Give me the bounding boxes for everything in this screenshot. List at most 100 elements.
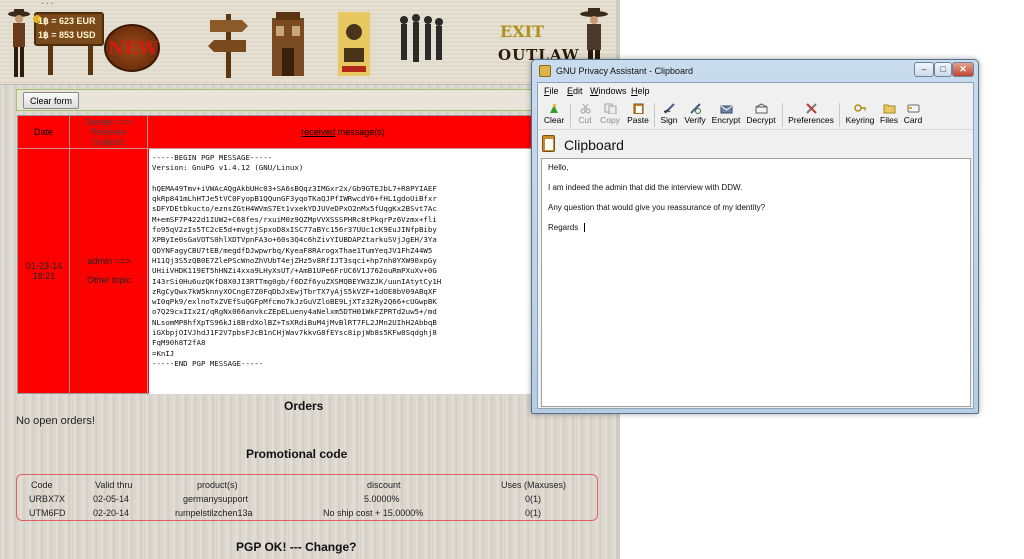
encrypt-button[interactable]: Encrypt bbox=[710, 100, 742, 130]
new-link[interactable]: NEW bbox=[108, 38, 158, 59]
message-sender: admin ==> Other topic bbox=[72, 256, 146, 286]
menu-file[interactable]: File bbox=[544, 86, 559, 96]
pgp-status-link[interactable]: PGP OK! --- Change? bbox=[236, 540, 356, 554]
form-strip bbox=[16, 89, 620, 111]
promo-code: URBX7X bbox=[29, 494, 66, 504]
clear-button[interactable]: Clear bbox=[541, 100, 567, 130]
minimize-button[interactable]: – bbox=[914, 62, 934, 77]
encrypt-icon bbox=[720, 105, 732, 114]
sign-label: Sign bbox=[660, 115, 678, 125]
pgp-message-box[interactable]: -----BEGIN PGP MESSAGE----- Version: Gnu… bbox=[149, 149, 537, 394]
paste-icon bbox=[633, 103, 643, 114]
verify-icon bbox=[689, 103, 701, 114]
clipboard-header: Clipboard bbox=[538, 131, 973, 157]
cut-icon bbox=[580, 103, 590, 114]
clear-form-button[interactable]: Clear form bbox=[23, 92, 80, 109]
promo-col-valid: Valid thru bbox=[95, 480, 133, 490]
close-button[interactable]: ✕ bbox=[952, 62, 974, 77]
pgp-message-text: -----BEGIN PGP MESSAGE----- Version: Gnu… bbox=[152, 153, 442, 368]
promo-discount: No ship cost + 15.0000% bbox=[323, 508, 424, 518]
toolbar: Clear Cut Copy Paste Sign Verify Encrypt… bbox=[538, 100, 973, 130]
gpa-window: GNU Privacy Assistant - Clipboard – □ ✕ … bbox=[531, 59, 979, 414]
toolbar-separator bbox=[839, 103, 840, 127]
promo-valid: 02-05-14 bbox=[93, 494, 130, 504]
clipboard-text-area[interactable]: Hello, I am indeed the admin that did th… bbox=[541, 158, 971, 407]
title-bar[interactable]: GNU Privacy Assistant - Clipboard – □ ✕ bbox=[532, 60, 978, 82]
decrypt-label: Decrypt bbox=[746, 115, 776, 125]
files-button[interactable]: Files bbox=[878, 100, 900, 130]
menu-edit[interactable]: Edit bbox=[567, 86, 583, 96]
exit-link[interactable]: EXIT bbox=[500, 22, 544, 41]
window-client-area: File Edit Windows Help Clear Cut Copy Pa… bbox=[537, 82, 974, 409]
menu-windows-mnemonic: W bbox=[590, 86, 599, 96]
card-button[interactable]: Card bbox=[902, 100, 924, 130]
sender-header-line2: Reciever bbox=[90, 127, 127, 137]
clipboard-line: Regards bbox=[548, 223, 579, 232]
clear-label: Clear bbox=[543, 115, 565, 125]
banner-scribble: ... bbox=[40, 0, 55, 6]
signpost-icon[interactable] bbox=[208, 8, 248, 80]
promo-product: germanysupport bbox=[183, 494, 249, 504]
wanted-poster-icon[interactable] bbox=[334, 8, 374, 80]
promo-col-products: product(s) bbox=[197, 480, 238, 490]
web-page: ... 1฿ = 623 EUR 1฿ = 853 USD NEW EXIT O… bbox=[0, 0, 620, 559]
outlaw-group-icon[interactable] bbox=[396, 8, 446, 80]
menu-bar: File Edit Windows Help bbox=[538, 83, 973, 100]
files-label: Files bbox=[880, 115, 898, 125]
cut-button[interactable]: Cut bbox=[575, 100, 595, 130]
sign-button[interactable]: Sign bbox=[658, 100, 680, 130]
column-divider bbox=[147, 116, 148, 395]
clipboard-icon-paper bbox=[545, 139, 553, 150]
date-header: Date bbox=[33, 127, 53, 137]
menu-help-label: elp bbox=[637, 86, 650, 96]
menu-windows[interactable]: Windows bbox=[590, 86, 627, 96]
paste-button[interactable]: Paste bbox=[625, 100, 651, 130]
verify-button[interactable]: Verify bbox=[682, 100, 708, 130]
paste-label: Paste bbox=[627, 115, 649, 125]
cut-label: Cut bbox=[578, 115, 592, 125]
menu-windows-label: indows bbox=[598, 86, 627, 96]
toolbar-separator bbox=[654, 103, 655, 127]
copy-icon bbox=[604, 103, 616, 114]
message-subject: Other topic bbox=[86, 275, 132, 285]
promo-uses: 0(1) bbox=[525, 494, 542, 504]
screen: { "banner": { "scribble": "...", "curren… bbox=[0, 0, 1024, 559]
clipboard-title: Clipboard bbox=[564, 137, 624, 153]
keyring-button[interactable]: Keyring bbox=[844, 100, 876, 130]
clear-icon bbox=[549, 104, 558, 113]
maximize-button[interactable]: □ bbox=[934, 62, 952, 77]
promo-uses: 0(1) bbox=[525, 508, 542, 518]
promo-product: rumpelstilzchen13a bbox=[175, 508, 253, 518]
keyring-label: Keyring bbox=[845, 115, 875, 125]
received-link[interactable]: received bbox=[301, 127, 335, 137]
decrypt-button[interactable]: Decrypt bbox=[744, 100, 778, 130]
decrypt-icon bbox=[755, 103, 767, 114]
preferences-icon bbox=[805, 103, 817, 114]
promo-col-code: Code bbox=[31, 480, 53, 490]
clipboard-line: Hello, bbox=[548, 163, 569, 172]
copy-button[interactable]: Copy bbox=[598, 100, 622, 130]
message-table: Date Sender ==> Reciever Subject: receiv… bbox=[17, 115, 538, 395]
files-icon bbox=[883, 104, 895, 114]
sender-header-line1: Sender ==> bbox=[84, 117, 133, 127]
promo-discount: 5.0000% bbox=[364, 494, 400, 504]
promo-col-uses: Uses (Maxuses) bbox=[501, 480, 567, 490]
promo-code: UTM6FD bbox=[29, 508, 66, 518]
preferences-button[interactable]: Preferences bbox=[787, 100, 835, 130]
usd-rate: 1฿ = 853 USD bbox=[38, 30, 96, 40]
site-banner: ... 1฿ = 623 EUR 1฿ = 853 USD NEW EXIT O… bbox=[0, 0, 620, 85]
orders-title: Orders bbox=[284, 399, 324, 413]
saloon-icon[interactable] bbox=[268, 8, 308, 80]
text-caret bbox=[584, 223, 585, 232]
toolbar-separator bbox=[570, 103, 571, 127]
menu-help[interactable]: Help bbox=[631, 86, 650, 96]
sender-header-line3: Subject: bbox=[92, 137, 125, 147]
message-date: 01-23-14 18:21 bbox=[20, 261, 68, 281]
toolbar-separator bbox=[782, 103, 783, 127]
copy-label: Copy bbox=[600, 115, 620, 125]
clipboard-line: Any question that would give you reassur… bbox=[548, 203, 766, 212]
clipboard-line: I am indeed the admin that did the inter… bbox=[548, 183, 743, 192]
no-orders-text: No open orders! bbox=[16, 415, 95, 427]
message-sender-name: admin ==> bbox=[87, 256, 131, 266]
menu-file-label: ile bbox=[549, 86, 559, 96]
